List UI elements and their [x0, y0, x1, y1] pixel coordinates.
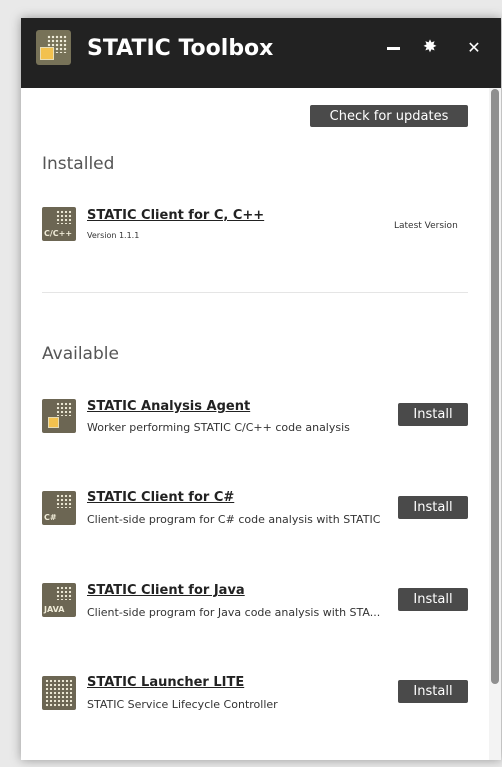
install-button[interactable]: Install: [398, 680, 468, 703]
analysis-agent-icon: [42, 399, 76, 433]
available-item-description: Client-side program for Java code analys…: [87, 606, 381, 619]
c-cpp-client-icon: C/C++: [42, 207, 76, 241]
scrollbar-thumb[interactable]: [491, 89, 499, 684]
installed-item-name[interactable]: STATIC Client for C, C++: [87, 208, 264, 223]
app-logo-icon: [36, 30, 71, 65]
launcher-lite-icon: [42, 676, 76, 710]
csharp-client-icon: C#: [42, 491, 76, 525]
check-updates-button[interactable]: Check for updates: [310, 105, 468, 127]
gear-icon: ✸: [422, 37, 438, 57]
close-icon: ✕: [467, 37, 481, 57]
title-bar: STATIC Toolbox ✸ ✕: [21, 18, 501, 88]
installed-heading: Installed: [42, 154, 115, 174]
available-heading: Available: [42, 344, 119, 364]
latest-version-label: Latest Version: [394, 221, 458, 231]
section-divider: [42, 292, 468, 293]
minimize-button[interactable]: [382, 36, 404, 58]
available-item-name[interactable]: STATIC Client for C#: [87, 490, 234, 505]
toolbox-window: STATIC Toolbox ✸ ✕ Check for updates Ins…: [21, 18, 501, 760]
available-item-name[interactable]: STATIC Client for Java: [87, 583, 245, 598]
install-button[interactable]: Install: [398, 403, 468, 426]
available-item-description: STATIC Service Lifecycle Controller: [87, 698, 278, 711]
available-item-description: Worker performing STATIC C/C++ code anal…: [87, 421, 350, 434]
install-button[interactable]: Install: [398, 588, 468, 611]
available-item-name[interactable]: STATIC Analysis Agent: [87, 399, 250, 414]
close-button[interactable]: ✕: [463, 36, 485, 58]
available-item-description: Client-side program for C# code analysis…: [87, 513, 381, 526]
settings-button[interactable]: ✸: [419, 36, 441, 58]
installed-item-version: Version 1.1.1: [87, 231, 140, 240]
available-item-name[interactable]: STATIC Launcher LITE: [87, 675, 244, 690]
java-client-icon: JAVA: [42, 583, 76, 617]
install-button[interactable]: Install: [398, 496, 468, 519]
app-title: STATIC Toolbox: [87, 36, 274, 61]
minimize-icon: [386, 46, 400, 50]
